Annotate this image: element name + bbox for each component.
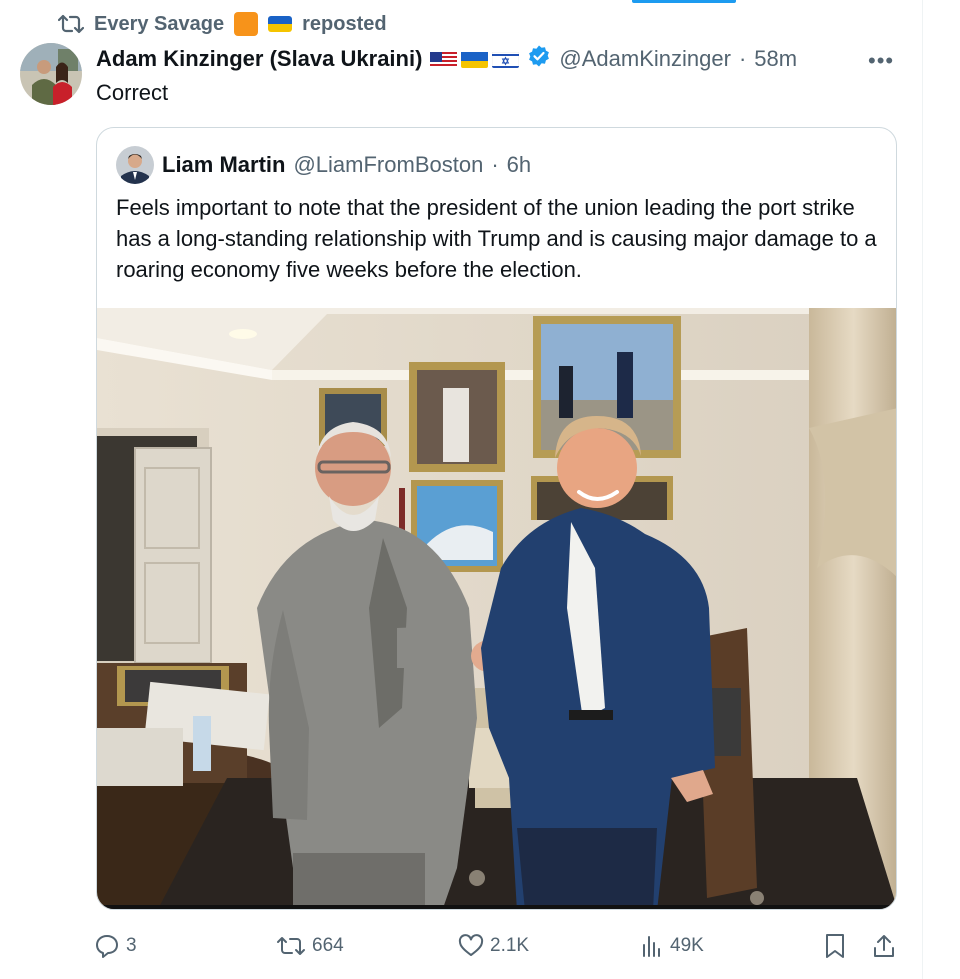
- repost-label: reposted: [302, 12, 387, 35]
- views-button[interactable]: 49K: [640, 928, 704, 964]
- repost-count: 664: [312, 935, 344, 956]
- us-flag-emoji: [430, 50, 458, 68]
- quoted-tweet-photo[interactable]: [97, 308, 896, 909]
- bookmark-button[interactable]: [824, 928, 846, 964]
- repost-context[interactable]: Every Savage reposted: [58, 10, 387, 38]
- bookmark-icon: [824, 933, 846, 959]
- separator-dot: ·: [738, 46, 747, 71]
- share-icon: [872, 933, 896, 959]
- verified-badge-icon: [527, 44, 551, 74]
- author-display-name[interactable]: Adam Kinzinger (Slava Ukraini): [96, 46, 422, 72]
- ukraine-flag-emoji: [268, 16, 293, 32]
- quoted-tweet-card[interactable]: Liam Martin @LiamFromBoston · 6h Feels i…: [96, 127, 897, 910]
- timeline-divider: [922, 0, 923, 979]
- tweet-header: Adam Kinzinger (Slava Ukraini) @AdamKinz…: [96, 44, 797, 74]
- more-icon[interactable]: •••: [868, 48, 894, 74]
- quoted-author-name[interactable]: Liam Martin: [162, 152, 285, 178]
- quoted-tweet-text: Feels important to note that the preside…: [116, 195, 877, 282]
- views-icon: [640, 934, 664, 958]
- author-handle[interactable]: @AdamKinzinger: [559, 46, 731, 72]
- avatar[interactable]: [20, 43, 82, 105]
- like-icon: [458, 934, 484, 958]
- quoted-author-handle[interactable]: @LiamFromBoston: [293, 152, 483, 178]
- israel-flag-emoji: [492, 50, 520, 68]
- quoted-timestamp[interactable]: 6h: [507, 152, 531, 178]
- repost-button[interactable]: 664: [276, 928, 344, 964]
- tweet-action-bar: 3 664 2.1K 49K: [0, 928, 960, 964]
- repost-user-name[interactable]: Every Savage: [94, 13, 224, 36]
- quoted-avatar[interactable]: [116, 146, 154, 184]
- name-emoji-flags: [430, 50, 520, 68]
- repost-icon: [58, 13, 84, 35]
- like-button[interactable]: 2.1K: [458, 928, 529, 964]
- share-button[interactable]: [872, 928, 896, 964]
- views-count: 49K: [670, 935, 704, 956]
- active-tab-indicator: [632, 0, 736, 3]
- like-count: 2.1K: [490, 935, 530, 956]
- orange-square-emoji: [234, 12, 259, 36]
- reply-icon: [94, 933, 120, 959]
- quoted-tweet-header: Liam Martin @LiamFromBoston · 6h: [116, 146, 531, 184]
- separator-dot: ·: [491, 152, 499, 177]
- timestamp[interactable]: 58m: [754, 46, 797, 72]
- repost-icon: [276, 934, 306, 958]
- reply-button[interactable]: 3: [94, 928, 137, 964]
- reply-count: 3: [126, 935, 137, 956]
- ukraine-flag-emoji: [461, 50, 489, 68]
- tweet-text: Correct: [96, 80, 169, 105]
